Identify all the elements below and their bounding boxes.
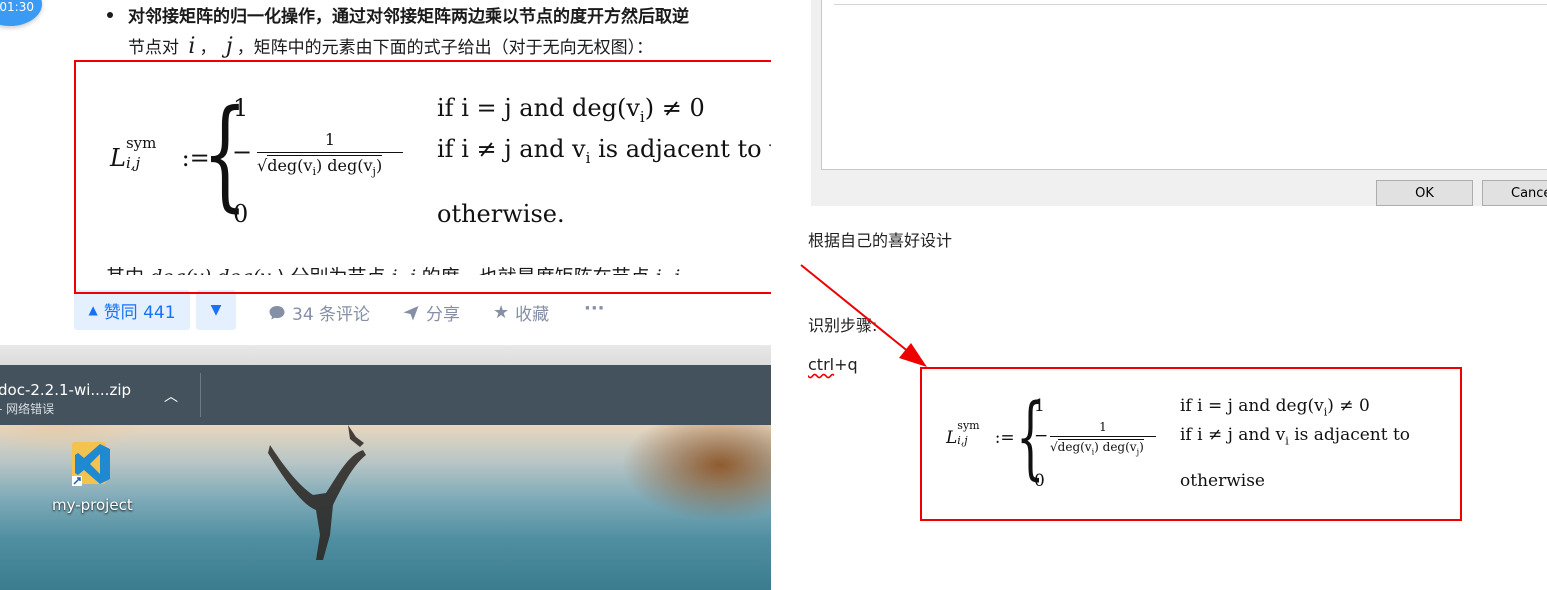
comments-label: 34 条评论	[292, 305, 371, 325]
share-icon	[403, 305, 419, 320]
annotation-box-right	[920, 367, 1462, 521]
line2-suffix: ，矩阵中的元素由下面的式子给出（对于无向无权图）：	[236, 38, 654, 58]
favorite-button[interactable]: ★ 收藏	[493, 300, 549, 325]
red-arrow-icon	[800, 264, 927, 367]
line2-i: i	[188, 34, 196, 59]
triangle-down-icon: ▼	[210, 302, 222, 318]
desktop-icon-label: my-project	[52, 496, 133, 514]
line2-j: j	[225, 34, 233, 59]
comments-button[interactable]: 34 条评论	[268, 300, 370, 325]
vscode-icon	[72, 442, 110, 486]
download-status: - 网络错误	[0, 402, 55, 416]
triangle-up-icon: ▲	[88, 303, 98, 317]
vscode-shortcut-icon[interactable]	[70, 438, 114, 490]
star-icon: ★	[493, 302, 510, 323]
article-line-bold: 对邻接矩阵的归一化操作，通过对邻接矩阵两边乘以节点的度开方然后取逆	[128, 7, 689, 27]
more-icon: ···	[584, 298, 605, 319]
cancel-button[interactable]: Cance	[1482, 180, 1547, 206]
chevron-up-icon[interactable]: ︿	[164, 386, 178, 406]
more-actions-button[interactable]: ···	[584, 298, 605, 319]
wallpaper-silhouette	[268, 425, 366, 560]
share-label: 分享	[426, 305, 460, 325]
line2-comma: ，	[199, 38, 217, 58]
dialog-divider	[834, 4, 1547, 5]
ok-button[interactable]: OK	[1376, 180, 1473, 206]
comment-icon	[269, 305, 285, 319]
favorite-label: 收藏	[515, 305, 550, 325]
bullet-icon	[107, 12, 113, 18]
pane-divider	[0, 345, 771, 365]
dialog-content-panel	[821, 0, 1547, 170]
download-separator	[200, 373, 201, 417]
upvote-button[interactable]: ▲ 赞同 441	[74, 290, 190, 330]
share-button[interactable]: 分享	[402, 300, 460, 325]
design-note-text: 根据自己的喜好设计	[808, 231, 953, 250]
download-filename[interactable]: doc-2.2.1-wi....zip	[0, 381, 131, 399]
timer-text: 01:30	[0, 0, 34, 14]
downvote-button[interactable]: ▼	[196, 290, 236, 330]
annotation-box-left	[74, 60, 788, 294]
upvote-label: 赞同 441	[103, 302, 176, 323]
article-line-2: 节点对 i， j ，矩阵中的元素由下面的式子给出（对于无向无权图）：	[128, 33, 653, 59]
line2-prefix: 节点对	[128, 38, 179, 58]
